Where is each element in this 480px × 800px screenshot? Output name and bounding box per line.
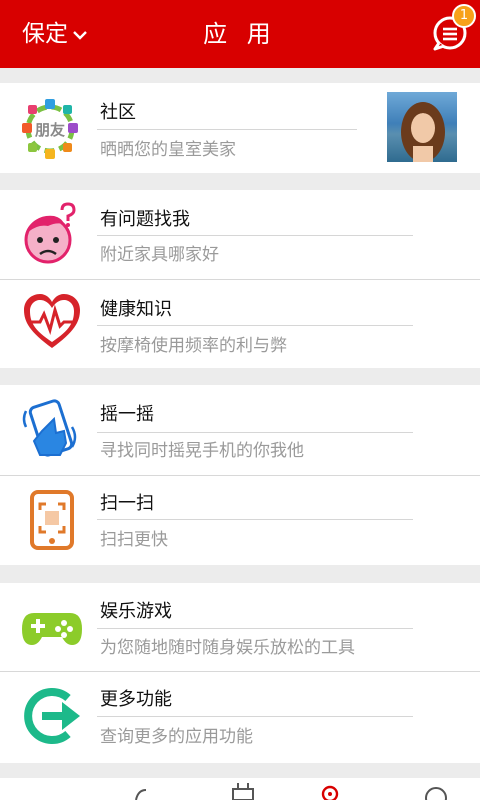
item-desc: 为您随地随时随身娱乐放松的工具 [100, 638, 355, 658]
list-item-scan[interactable]: 扫一扫 扫扫更快 [0, 476, 480, 564]
divider [97, 325, 413, 326]
item-desc: 按摩椅使用频率的利与弊 [100, 336, 287, 356]
portrait-image [401, 102, 445, 162]
list-item-question[interactable]: 有问题找我 附近家具哪家好 [0, 190, 480, 278]
heart-pulse-icon [24, 294, 80, 348]
item-desc: 晒晒您的皇室美家 [100, 140, 236, 160]
divider [97, 432, 413, 433]
list-item-more[interactable]: 更多功能 查询更多的应用功能 [0, 672, 480, 760]
item-name: 更多功能 [100, 689, 172, 710]
gamepad-icon [22, 613, 82, 645]
item-desc: 扫扫更快 [100, 530, 168, 550]
list-item-community[interactable]: 朋友 社区 晒晒您的皇室美家 [0, 83, 480, 171]
friends-icon: 朋友 [22, 99, 78, 159]
list-item-games[interactable]: 娱乐游戏 为您随地随时随身娱乐放松的工具 [0, 583, 480, 671]
section-help: 有问题找我 附近家具哪家好 健康知识 按摩椅使用频率的利与弊 [0, 190, 480, 368]
chair-icon[interactable] [230, 781, 256, 800]
divider [97, 129, 357, 130]
divider [97, 716, 413, 717]
section-more: 娱乐游戏 为您随地随时随身娱乐放松的工具 更多功能 查询更多的应用功能 [0, 583, 480, 763]
divider [97, 235, 413, 236]
item-desc: 查询更多的应用功能 [100, 727, 253, 747]
location-icon[interactable] [320, 784, 340, 800]
item-name: 摇一摇 [100, 404, 154, 425]
list-item-shake[interactable]: 摇一摇 寻找同时摇晃手机的你我他 [0, 385, 480, 473]
item-name: 社区 [100, 102, 136, 123]
item-name: 娱乐游戏 [100, 601, 172, 622]
item-desc: 寻找同时摇晃手机的你我他 [100, 441, 304, 461]
more-arrow-icon [24, 688, 80, 744]
leaf-icon[interactable] [132, 788, 150, 800]
divider [97, 628, 413, 629]
item-name: 有问题找我 [100, 209, 190, 230]
profile-icon[interactable] [424, 786, 448, 800]
friends-icon-text: 朋友 [35, 121, 65, 139]
community-thumbnail[interactable] [387, 92, 457, 162]
message-badge: 1 [452, 4, 476, 28]
question-face-icon [24, 202, 76, 264]
page-title: 应 用 [203, 20, 277, 48]
bottom-nav [0, 778, 480, 800]
section-tools: 摇一摇 寻找同时摇晃手机的你我他 扫一扫 扫扫更快 [0, 385, 480, 565]
section-community: 朋友 社区 晒晒您的皇室美家 [0, 83, 480, 173]
item-name: 扫一扫 [100, 493, 154, 514]
item-desc: 附近家具哪家好 [100, 245, 219, 265]
list-item-health[interactable]: 健康知识 按摩椅使用频率的利与弊 [0, 280, 480, 368]
scan-phone-icon [30, 490, 74, 550]
top-bar: 保定 应 用 1 [0, 0, 480, 68]
item-name: 健康知识 [100, 299, 172, 320]
divider [97, 519, 413, 520]
shake-phone-icon [22, 399, 77, 457]
